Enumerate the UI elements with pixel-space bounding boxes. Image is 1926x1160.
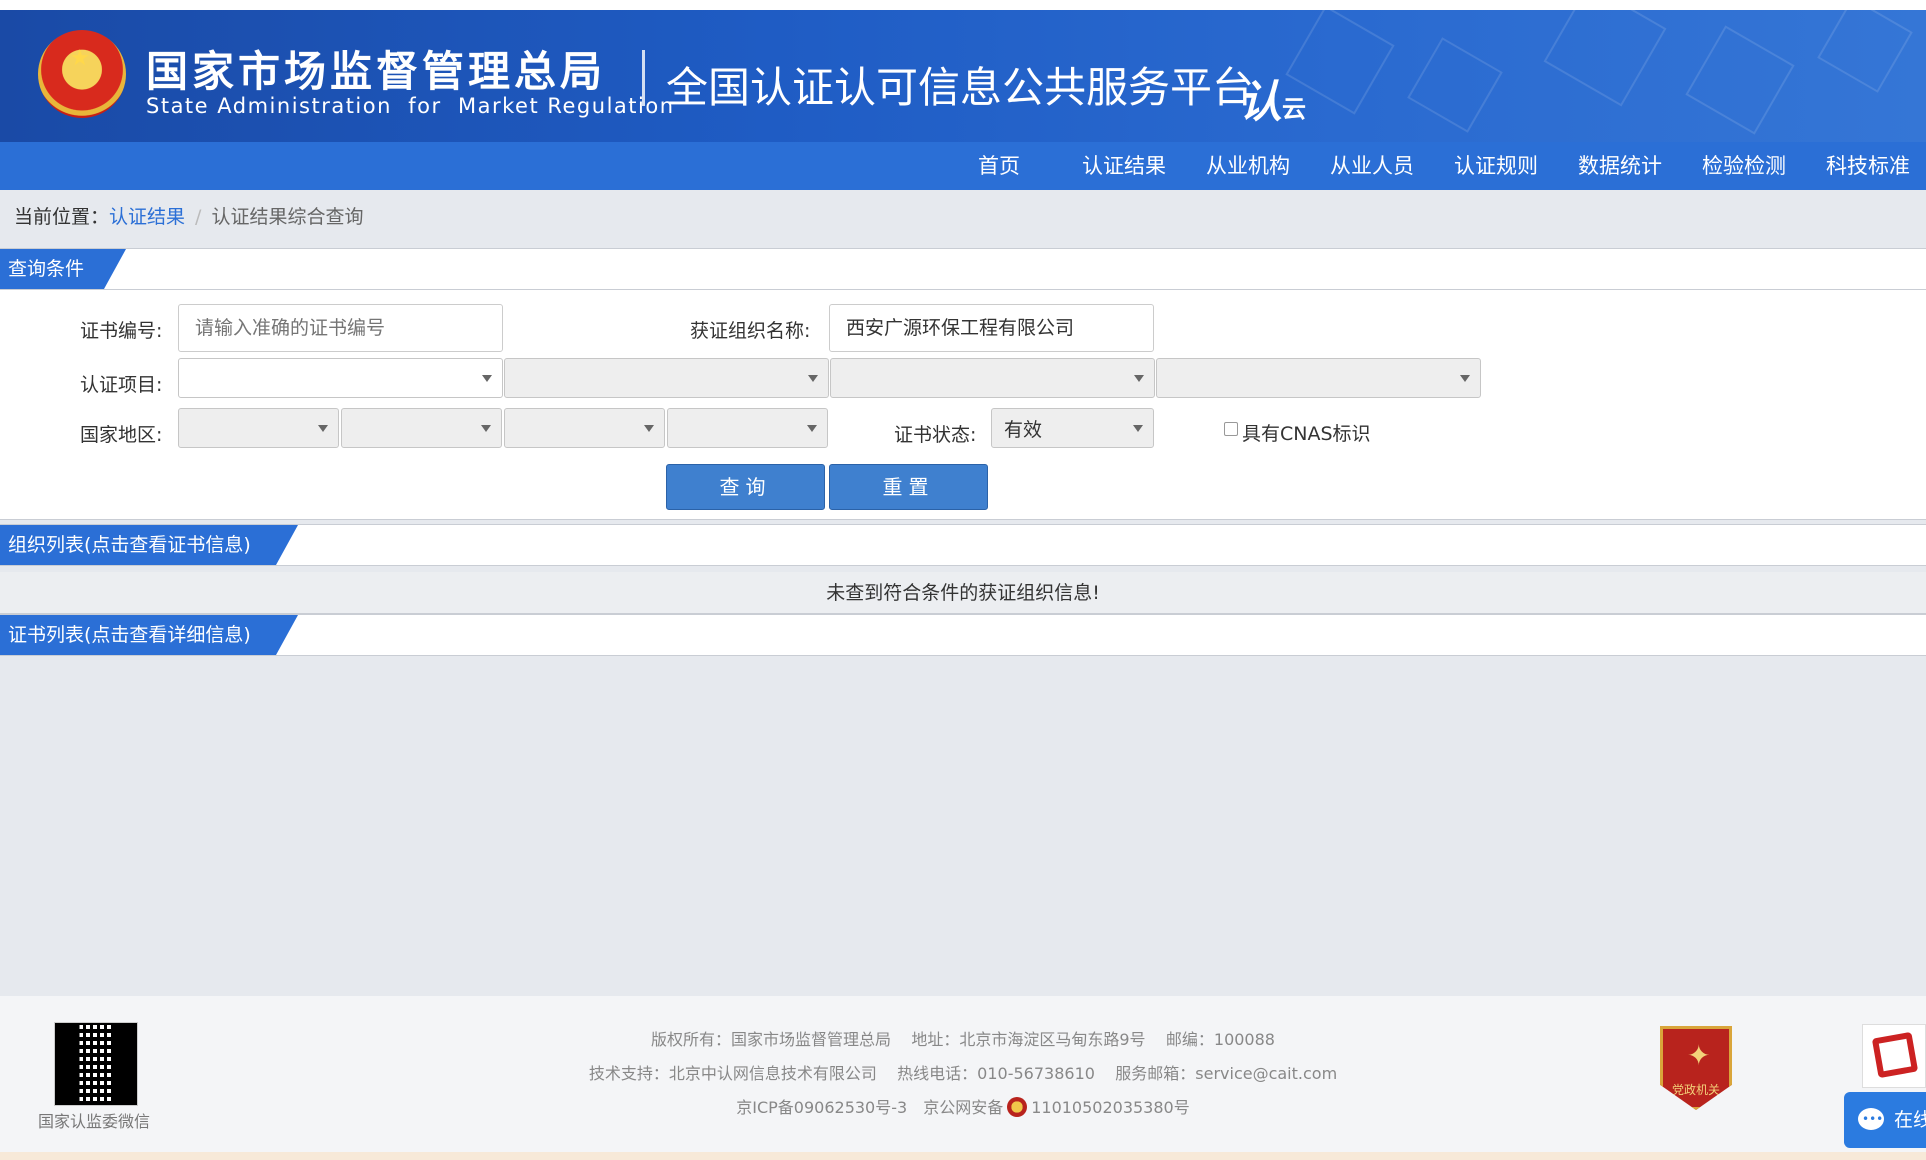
- project-label: 认证项目:: [80, 374, 163, 396]
- project-select-3[interactable]: [830, 358, 1155, 398]
- hex-decoration: [1817, 10, 1913, 93]
- region-label: 国家地区:: [80, 424, 163, 446]
- police-label: 京公网安备: [923, 1098, 1004, 1117]
- chevron-down-icon: [1460, 375, 1470, 382]
- chevron-down-icon: [1134, 375, 1144, 382]
- org-title: 国家市场监督管理总局: [146, 47, 607, 96]
- region-select-4[interactable]: [667, 408, 828, 448]
- project-select-4[interactable]: [1156, 358, 1481, 398]
- breadcrumb-separator: /: [195, 206, 202, 228]
- project-select-2[interactable]: [504, 358, 829, 398]
- cert-no-label: 证书编号:: [80, 320, 163, 342]
- cert-no-input[interactable]: [178, 304, 503, 352]
- chevron-down-icon: [318, 425, 328, 432]
- nav-item-personnel[interactable]: 从业人员: [1310, 142, 1434, 190]
- footer-records: 京ICP备09062530号-3 京公网安备 11010502035380号: [0, 1094, 1926, 1118]
- org-title-en: State Administration for Market Regulati…: [146, 94, 675, 118]
- breadcrumb-prefix: 当前位置：: [14, 206, 110, 228]
- breadcrumb-current: 认证结果综合查询: [211, 206, 364, 228]
- icp-link[interactable]: 京ICP备09062530号-3: [736, 1098, 907, 1117]
- national-emblem-icon: ★: [38, 30, 126, 118]
- query-form: 证书编号: 获证组织名称: 西安广源环保工程有限公司 认证项目: 国家地区: 证…: [0, 290, 1926, 520]
- online-label: 在线: [1894, 1109, 1926, 1131]
- hex-decoration: [1685, 25, 1795, 135]
- region-select-3[interactable]: [504, 408, 665, 448]
- hex-decoration: [1407, 37, 1503, 133]
- org-list-header: 组织列表(点击查看证书信息): [0, 524, 1926, 566]
- reset-button[interactable]: 重置: [829, 464, 988, 510]
- cnas-checkbox[interactable]: [1224, 422, 1238, 436]
- hex-decoration: [1543, 10, 1667, 107]
- breadcrumb: 当前位置：认证结果 / 认证结果综合查询: [14, 202, 363, 229]
- chevron-down-icon: [808, 375, 818, 382]
- chevron-down-icon: [1133, 425, 1143, 432]
- police-record-link[interactable]: 11010502035380号: [1031, 1098, 1190, 1117]
- nav-item-statistics[interactable]: 数据统计: [1558, 142, 1682, 190]
- project-select-1[interactable]: [178, 358, 503, 398]
- platform-title: 全国认证认可信息公共服务平台: [666, 63, 1255, 112]
- online-chat-button[interactable]: 在线: [1844, 1092, 1926, 1148]
- site-check-icon[interactable]: [1862, 1024, 1926, 1088]
- cert-list-header: 证书列表(点击查看详细信息): [0, 614, 1926, 656]
- chevron-down-icon: [481, 425, 491, 432]
- footer: 国家认监委微信 版权所有：国家市场监督管理总局 地址：北京市海淀区马甸东路9号 …: [0, 996, 1926, 1160]
- nav-item-cert-results[interactable]: 认证结果: [1062, 142, 1186, 190]
- chevron-down-icon: [807, 425, 817, 432]
- police-badge-icon: [1007, 1097, 1028, 1117]
- cert-list-area: [0, 668, 1926, 996]
- nav-item-inspection[interactable]: 检验检测: [1682, 142, 1806, 190]
- party-emblem-icon: ✦: [1687, 1039, 1711, 1072]
- org-list-empty-message: 未查到符合条件的获证组织信息!: [0, 572, 1926, 614]
- region-select-1[interactable]: [178, 408, 339, 448]
- region-select-2[interactable]: [341, 408, 502, 448]
- status-label: 证书状态:: [894, 424, 977, 446]
- top-strip: [0, 0, 1926, 10]
- org-name-input[interactable]: 西安广源环保工程有限公司: [829, 304, 1154, 352]
- platform-logo-icon: 认云: [1238, 66, 1306, 130]
- chevron-down-icon: [644, 425, 654, 432]
- search-button[interactable]: 查询: [666, 464, 825, 510]
- org-name-label: 获证组织名称:: [690, 320, 811, 342]
- query-section-title: 查询条件: [0, 249, 126, 289]
- chevron-down-icon: [482, 375, 492, 382]
- chat-bubble-icon: [1858, 1092, 1884, 1147]
- main-nav: 首页 认证结果 从业机构 从业人员 认证规则 数据统计 检验检测 科技标准: [0, 142, 1926, 190]
- nav-item-rules[interactable]: 认证规则: [1434, 142, 1558, 190]
- logo-text: 认: [1238, 77, 1282, 128]
- header-banner: ★ 国家市场监督管理总局 State Administration for Ma…: [0, 10, 1926, 142]
- status-select[interactable]: 有效: [991, 408, 1154, 448]
- org-list-title: 组织列表(点击查看证书信息): [0, 525, 298, 565]
- breadcrumb-link[interactable]: 认证结果: [109, 206, 185, 228]
- nav-item-home[interactable]: 首页: [950, 142, 1062, 190]
- logo-sub: 云: [1282, 95, 1306, 123]
- nav-item-institutions[interactable]: 从业机构: [1186, 142, 1310, 190]
- bottom-strip: [0, 1152, 1926, 1160]
- cnas-label: 具有CNAS标识: [1242, 423, 1371, 445]
- footer-support: 技术支持：北京中认网信息技术有限公司 热线电话：010-56738610 服务邮…: [588, 1064, 1338, 1083]
- cert-list-title: 证书列表(点击查看详细信息): [0, 615, 298, 655]
- query-section-header: 查询条件: [0, 248, 1926, 290]
- badge-text: 党政机关: [1671, 1083, 1720, 1097]
- status-select-value: 有效: [1004, 419, 1043, 441]
- footer-copyright: 版权所有：国家市场监督管理总局 地址：北京市海淀区马甸东路9号 邮编：10008…: [651, 1030, 1275, 1049]
- header-divider: [642, 50, 645, 106]
- nav-item-standards[interactable]: 科技标准: [1806, 142, 1926, 190]
